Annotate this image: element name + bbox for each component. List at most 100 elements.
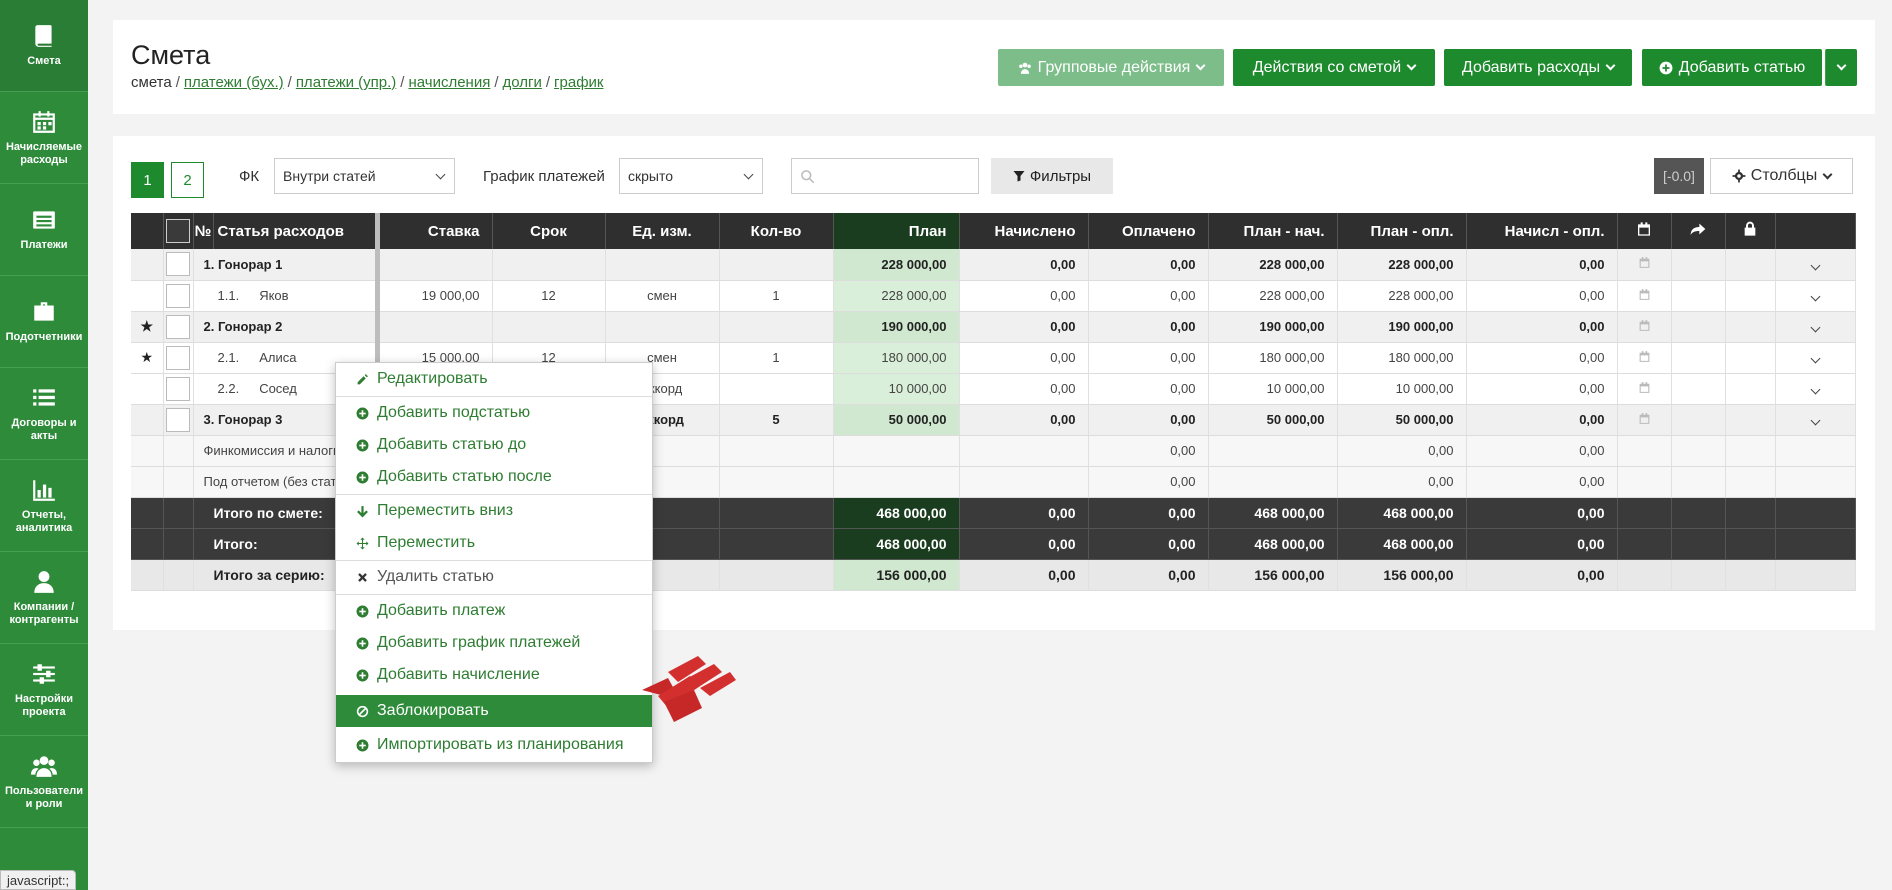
sidebar-item-contracts[interactable]: Договоры и акты — [0, 368, 88, 460]
row-calendar[interactable] — [1617, 280, 1672, 312]
favorite-star[interactable] — [131, 404, 164, 436]
chevron-down-icon[interactable] — [1810, 384, 1820, 395]
favorite-star[interactable]: ★ — [131, 311, 164, 343]
paid-cell: 0,00 — [1088, 342, 1209, 374]
sidebar-item-project-settings[interactable]: Настройки проекта — [0, 644, 88, 736]
header-checkbox-col[interactable] — [163, 213, 194, 249]
chevron-down-icon[interactable] — [1810, 291, 1820, 302]
header-term[interactable]: Срок — [492, 213, 606, 249]
rounding-badge[interactable]: [-0.0] — [1654, 158, 1704, 194]
row-expand[interactable] — [1775, 280, 1856, 312]
row-checkbox-cell[interactable] — [163, 280, 194, 312]
row-checkbox[interactable] — [166, 283, 190, 308]
menu-item-add-before[interactable]: Добавить статью до — [336, 429, 652, 461]
header-accrued-paid[interactable]: Начисл - опл. — [1466, 213, 1618, 249]
empty-cell — [1775, 435, 1856, 467]
add-item-dropdown-toggle[interactable] — [1825, 49, 1857, 86]
payment-schedule-select[interactable]: скрыто — [619, 158, 763, 194]
row-checkbox-cell[interactable] — [163, 373, 194, 405]
row-calendar[interactable] — [1617, 342, 1672, 374]
header-qty[interactable]: Кол-во — [719, 213, 834, 249]
columns-button[interactable]: Столбцы — [1710, 158, 1853, 194]
menu-item-add-sub[interactable]: Добавить подстатью — [336, 397, 652, 429]
table-row[interactable]: ★ 2. Гонорар 2 190 000,00 0,00 0,00 190 … — [131, 311, 1856, 343]
row-checkbox[interactable] — [166, 376, 190, 401]
menu-item-add-accrual[interactable]: Добавить начисление — [336, 659, 652, 691]
breadcrumb-link-accruals[interactable]: начисления — [408, 74, 490, 91]
menu-item-add-payment[interactable]: Добавить платеж — [336, 595, 652, 627]
row-checkbox[interactable] — [166, 345, 190, 370]
chevron-down-icon[interactable] — [1810, 322, 1820, 333]
chevron-down-icon[interactable] — [1810, 260, 1820, 271]
group-actions-button[interactable]: Групповые действия — [998, 49, 1224, 86]
breadcrumb-link-schedule[interactable]: график — [554, 74, 603, 91]
calendar-icon — [1639, 319, 1649, 331]
add-expenses-button[interactable]: Добавить расходы — [1444, 49, 1632, 86]
menu-item-move[interactable]: Переместить — [336, 527, 652, 559]
menu-item-move-down[interactable]: Переместить вниз — [336, 495, 652, 527]
header-unit[interactable]: Ед. изм. — [605, 213, 720, 249]
page-button-2[interactable]: 2 — [171, 162, 204, 198]
header-rate[interactable]: Ставка — [377, 213, 493, 249]
header-plan-paid[interactable]: План - опл. — [1337, 213, 1467, 249]
sidebar-item-payments[interactable]: Платежи — [0, 184, 88, 276]
add-item-button[interactable]: Добавить статью — [1642, 49, 1822, 86]
header-plan-accrued[interactable]: План - нач. — [1208, 213, 1338, 249]
row-checkbox-cell[interactable] — [163, 404, 194, 436]
row-expand[interactable] — [1775, 311, 1856, 343]
page-button-1[interactable]: 1 — [131, 162, 164, 198]
sidebar-item-estimate[interactable]: Смета — [0, 0, 88, 92]
favorite-star[interactable]: ★ — [131, 342, 164, 374]
chevron-down-icon[interactable] — [1810, 415, 1820, 426]
row-expand[interactable] — [1775, 249, 1856, 281]
sidebar-item-accrued-expenses[interactable]: Начисляемые расходы — [0, 92, 88, 184]
row-checkbox[interactable] — [166, 314, 190, 339]
menu-item-block[interactable]: Заблокировать — [336, 695, 652, 727]
row-checkbox-cell[interactable] — [163, 342, 194, 374]
row-expand[interactable] — [1775, 373, 1856, 405]
breadcrumb-link-debts[interactable]: долги — [503, 74, 542, 91]
row-checkbox-cell[interactable] — [163, 311, 194, 343]
menu-item-import[interactable]: Импортировать из планирования — [336, 729, 652, 761]
header-plan[interactable]: План — [833, 213, 960, 249]
estimate-actions-button[interactable]: Действия со сметой — [1233, 49, 1435, 86]
row-checkbox[interactable] — [166, 252, 190, 277]
fk-select[interactable]: Внутри статей — [274, 158, 455, 194]
row-calendar[interactable] — [1617, 404, 1672, 436]
sidebar-item-users-roles[interactable]: Пользователи и роли — [0, 736, 88, 828]
row-expand[interactable] — [1775, 404, 1856, 436]
filters-button[interactable]: Фильтры — [991, 158, 1113, 194]
favorite-star[interactable] — [131, 280, 164, 312]
favorite-star[interactable] — [131, 249, 164, 281]
row-calendar[interactable] — [1617, 249, 1672, 281]
header-paid[interactable]: Оплачено — [1088, 213, 1209, 249]
select-all-checkbox[interactable] — [166, 219, 190, 243]
sidebar-item-companies[interactable]: Компании / контрагенты — [0, 552, 88, 644]
table-row[interactable]: 1.1. Яков 19 000,00 12 смен 1 228 000,00 … — [131, 280, 1856, 312]
arrow-down-icon — [357, 505, 368, 517]
menu-item-add-after[interactable]: Добавить статью после — [336, 461, 652, 493]
row-checkbox[interactable] — [166, 407, 190, 432]
favorite-star[interactable] — [131, 373, 164, 405]
item-name[interactable]: 2. Гонорар 2 — [193, 311, 380, 343]
header-actions — [1775, 213, 1856, 249]
row-calendar[interactable] — [1617, 311, 1672, 343]
row-expand[interactable] — [1775, 342, 1856, 374]
search-input[interactable] — [791, 158, 979, 194]
table-row[interactable]: 1. Гонорар 1 228 000,00 0,00 0,00 228 00… — [131, 249, 1856, 281]
row-calendar[interactable] — [1617, 373, 1672, 405]
sidebar-item-accountables[interactable]: Подотчетники — [0, 276, 88, 368]
sidebar-item-reports[interactable]: Отчеты, аналитика — [0, 460, 88, 552]
menu-item-edit[interactable]: Редактировать — [336, 363, 652, 395]
item-name[interactable]: 1. Гонорар 1 — [193, 249, 380, 281]
breadcrumb-link-payments-mgmt[interactable]: платежи (упр.) — [296, 74, 396, 91]
chevron-down-icon[interactable] — [1810, 353, 1820, 364]
row-checkbox-cell[interactable] — [163, 249, 194, 281]
empty-cell — [719, 559, 834, 591]
menu-item-add-schedule[interactable]: Добавить график платежей — [336, 627, 652, 659]
header-accrued[interactable]: Начислено — [959, 213, 1089, 249]
item-name-cell[interactable]: 1.1. Яков — [193, 280, 380, 312]
breadcrumb-link-payments-acc[interactable]: платежи (бух.) — [184, 74, 284, 91]
menu-item-delete[interactable]: Удалить статью — [336, 561, 652, 593]
header-item[interactable]: Статья расходов — [213, 213, 380, 249]
